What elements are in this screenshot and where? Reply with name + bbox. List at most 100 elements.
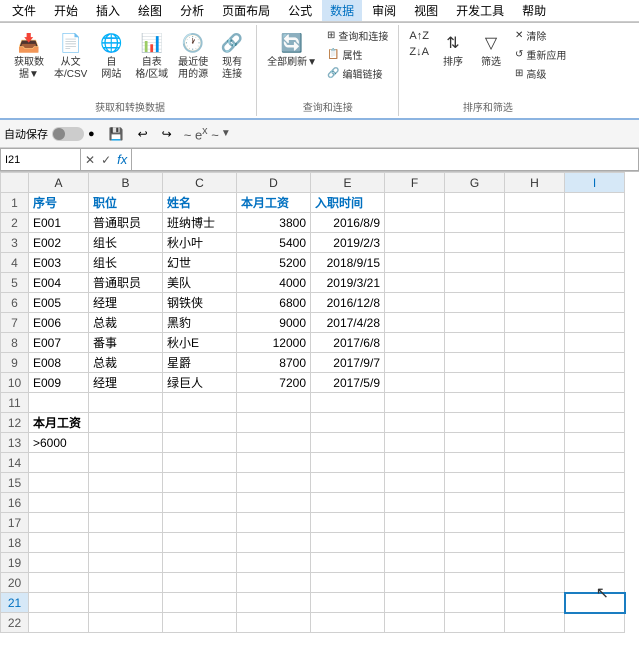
- cell-r7-c3[interactable]: 黑豹: [163, 313, 237, 333]
- cell-r14-c9[interactable]: [565, 453, 625, 473]
- cell-r7-c5[interactable]: 2017/4/28: [311, 313, 385, 333]
- cell-r14-c3[interactable]: [163, 453, 237, 473]
- menu-review[interactable]: 审阅: [364, 0, 404, 21]
- cell-r17-c7[interactable]: [445, 513, 505, 533]
- cell-r3-c7[interactable]: [445, 233, 505, 253]
- redo-button[interactable]: ↪: [156, 124, 178, 144]
- cell-r8-c2[interactable]: 番事: [89, 333, 163, 353]
- cell-r19-c7[interactable]: [445, 553, 505, 573]
- cell-r1-c2[interactable]: 职位: [89, 193, 163, 213]
- cell-r10-c5[interactable]: 2017/5/9: [311, 373, 385, 393]
- cell-r5-c1[interactable]: E004: [29, 273, 89, 293]
- btn-from-table[interactable]: 📊 自表格/区域: [131, 27, 172, 83]
- cell-r14-c2[interactable]: [89, 453, 163, 473]
- cell-r9-c2[interactable]: 总裁: [89, 353, 163, 373]
- cell-r1-c5[interactable]: 入职时间: [311, 193, 385, 213]
- row-header-22[interactable]: 22: [1, 613, 29, 633]
- cell-r22-c4[interactable]: [237, 613, 311, 633]
- cell-r7-c2[interactable]: 总裁: [89, 313, 163, 333]
- cell-r13-c1[interactable]: >6000: [29, 433, 89, 453]
- row-header-7[interactable]: 7: [1, 313, 29, 333]
- cell-r20-c9[interactable]: [565, 573, 625, 593]
- cell-r18-c1[interactable]: [29, 533, 89, 553]
- cell-r15-c7[interactable]: [445, 473, 505, 493]
- btn-query-connections[interactable]: ⊞ 查询和连接: [323, 27, 392, 44]
- btn-existing-connections[interactable]: 🔗 现有连接: [214, 27, 250, 83]
- cell-r19-c6[interactable]: [385, 553, 445, 573]
- cell-r1-c6[interactable]: [385, 193, 445, 213]
- row-header-9[interactable]: 9: [1, 353, 29, 373]
- cell-r11-c3[interactable]: [163, 393, 237, 413]
- cell-r16-c6[interactable]: [385, 493, 445, 513]
- cell-r2-c3[interactable]: 班纳博士: [163, 213, 237, 233]
- row-header-14[interactable]: 14: [1, 453, 29, 473]
- cell-r6-c5[interactable]: 2016/12/8: [311, 293, 385, 313]
- cell-r6-c9[interactable]: [565, 293, 625, 313]
- cell-r19-c2[interactable]: [89, 553, 163, 573]
- cell-r21-c5[interactable]: [311, 593, 385, 613]
- cell-r13-c3[interactable]: [163, 433, 237, 453]
- btn-advanced[interactable]: ⊞ 高级: [511, 65, 570, 82]
- btn-clear[interactable]: ✕ 清除: [511, 27, 570, 44]
- cell-r11-c1[interactable]: [29, 393, 89, 413]
- cell-r2-c8[interactable]: [505, 213, 565, 233]
- cell-r11-c7[interactable]: [445, 393, 505, 413]
- cell-r4-c6[interactable]: [385, 253, 445, 273]
- row-header-21[interactable]: 21: [1, 593, 29, 613]
- cell-r2-c6[interactable]: [385, 213, 445, 233]
- menu-analyze[interactable]: 分析: [172, 0, 212, 21]
- cell-r4-c5[interactable]: 2018/9/15: [311, 253, 385, 273]
- cell-r15-c2[interactable]: [89, 473, 163, 493]
- cell-r1-c8[interactable]: [505, 193, 565, 213]
- menu-formula[interactable]: 公式: [280, 0, 320, 21]
- cell-r19-c9[interactable]: [565, 553, 625, 573]
- col-g[interactable]: G: [445, 173, 505, 193]
- cell-r5-c7[interactable]: [445, 273, 505, 293]
- function-icon[interactable]: fx: [117, 152, 127, 167]
- cell-r20-c7[interactable]: [445, 573, 505, 593]
- cell-r21-c4[interactable]: [237, 593, 311, 613]
- cell-r10-c8[interactable]: [505, 373, 565, 393]
- cell-r22-c1[interactable]: [29, 613, 89, 633]
- cell-r16-c8[interactable]: [505, 493, 565, 513]
- save-button[interactable]: 💾: [103, 124, 130, 144]
- cell-r5-c2[interactable]: 普通职员: [89, 273, 163, 293]
- btn-from-text[interactable]: 📄 从文本/CSV: [50, 27, 91, 83]
- btn-properties[interactable]: 📋 属性: [323, 46, 392, 63]
- cell-r18-c7[interactable]: [445, 533, 505, 553]
- cell-r20-c6[interactable]: [385, 573, 445, 593]
- menu-insert[interactable]: 插入: [88, 0, 128, 21]
- cell-r22-c8[interactable]: [505, 613, 565, 633]
- cell-r16-c9[interactable]: [565, 493, 625, 513]
- cell-r1-c4[interactable]: 本月工资: [237, 193, 311, 213]
- cell-r4-c2[interactable]: 组长: [89, 253, 163, 273]
- cell-r2-c1[interactable]: E001: [29, 213, 89, 233]
- cell-r5-c3[interactable]: 美队: [163, 273, 237, 293]
- btn-edit-links[interactable]: 🔗 编辑链接: [323, 65, 392, 82]
- cell-r12-c6[interactable]: [385, 413, 445, 433]
- cell-r10-c6[interactable]: [385, 373, 445, 393]
- cell-r15-c8[interactable]: [505, 473, 565, 493]
- cell-r9-c9[interactable]: [565, 353, 625, 373]
- cell-r11-c6[interactable]: [385, 393, 445, 413]
- cell-r22-c7[interactable]: [445, 613, 505, 633]
- row-header-1[interactable]: 1: [1, 193, 29, 213]
- btn-sort[interactable]: ⇅ 排序: [435, 27, 471, 71]
- cell-r21-c6[interactable]: [385, 593, 445, 613]
- cell-r9-c5[interactable]: 2017/9/7: [311, 353, 385, 373]
- cell-r6-c6[interactable]: [385, 293, 445, 313]
- cell-r4-c4[interactable]: 5200: [237, 253, 311, 273]
- btn-sort-za[interactable]: Z↓A: [405, 45, 433, 59]
- cell-r10-c3[interactable]: 绿巨人: [163, 373, 237, 393]
- row-header-8[interactable]: 8: [1, 333, 29, 353]
- cell-r15-c9[interactable]: [565, 473, 625, 493]
- cell-r14-c5[interactable]: [311, 453, 385, 473]
- cell-r20-c3[interactable]: [163, 573, 237, 593]
- cell-r16-c7[interactable]: [445, 493, 505, 513]
- cell-r4-c1[interactable]: E003: [29, 253, 89, 273]
- cell-r7-c4[interactable]: 9000: [237, 313, 311, 333]
- cell-r22-c3[interactable]: [163, 613, 237, 633]
- cell-r19-c5[interactable]: [311, 553, 385, 573]
- cell-r17-c2[interactable]: [89, 513, 163, 533]
- cell-r6-c1[interactable]: E005: [29, 293, 89, 313]
